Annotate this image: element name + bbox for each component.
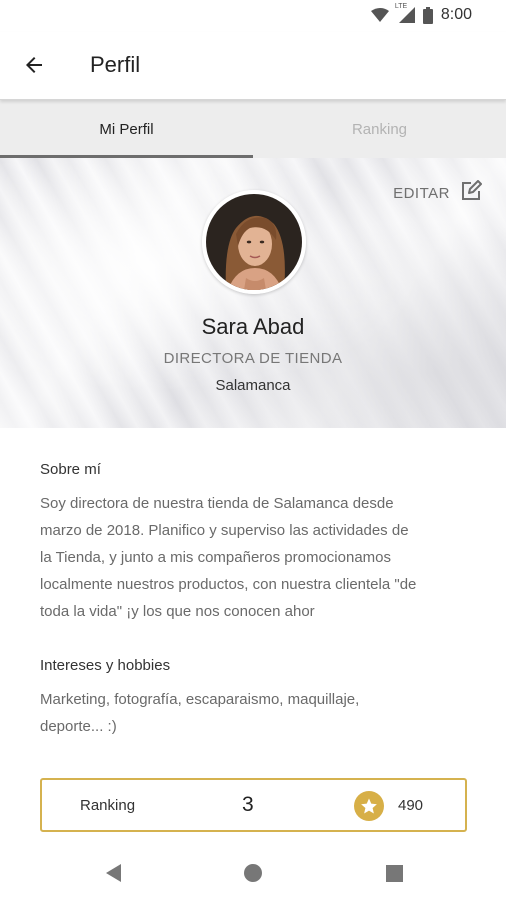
profile-name: Sara Abad (201, 314, 305, 339)
app-bar: Perfil (0, 32, 506, 100)
avatar (202, 190, 306, 294)
about-line: Soy directora de nuestra tienda de Salam… (40, 495, 394, 512)
edit-icon (460, 180, 482, 207)
profile-header: EDITAR Sara Abad DIRECTORA DE TIENDA Sal… (0, 158, 506, 428)
about-line: la Tienda, y junto a mis compañeros prom… (40, 549, 392, 566)
interests-line: deporte... :) (40, 718, 117, 735)
interests-title: Intereses y hobbies (40, 657, 171, 674)
page-title: Perfil (90, 52, 141, 77)
signal-icon: LTE (395, 3, 415, 23)
interests-line: Marketing, fotografía, escaparaismo, maq… (40, 691, 360, 708)
ranking-position: 3 (242, 793, 254, 816)
battery-icon (422, 6, 433, 24)
back-button[interactable] (16, 49, 52, 85)
about-line: marzo de 2018. Planifico y superviso las… (40, 522, 409, 539)
wifi-icon (370, 8, 389, 22)
ranking-label: Ranking (80, 797, 136, 814)
tab-mi-perfil[interactable]: Mi Perfil (0, 100, 253, 158)
network-type-label: LTE (394, 3, 408, 10)
tab-bar: Mi Perfil Ranking (0, 100, 506, 158)
arrow-back-icon (22, 53, 46, 82)
tab-ranking[interactable]: Ranking (253, 100, 506, 158)
ranking-points: 490 (398, 797, 424, 814)
profile-city: Salamanca (215, 377, 291, 394)
nav-recents-icon[interactable] (383, 862, 405, 884)
ranking-card[interactable]: Ranking 3 490 (40, 778, 467, 832)
nav-home-icon[interactable] (242, 862, 264, 884)
profile-role: DIRECTORA DE TIENDA (163, 350, 343, 367)
status-bar: LTE 8:00 (0, 0, 506, 32)
about-text: Soy directora de nuestra tienda de Salam… (40, 490, 472, 625)
interests-text: Marketing, fotografía, escaparaismo, maq… (40, 686, 472, 740)
system-nav-bar (0, 845, 506, 900)
status-time: 8:00 (440, 6, 472, 23)
status-icons: LTE 8:00 (370, 3, 472, 24)
about-title: Sobre mí (40, 461, 101, 478)
edit-profile-button[interactable]: EDITAR (393, 180, 482, 207)
star-icon (354, 791, 384, 821)
nav-back-icon[interactable] (103, 862, 125, 884)
edit-label: EDITAR (393, 185, 450, 202)
about-line: localmente nuestros productos, con nuest… (40, 576, 417, 593)
about-line: toda la vida" ¡y los que nos conocen aho… (40, 603, 315, 620)
